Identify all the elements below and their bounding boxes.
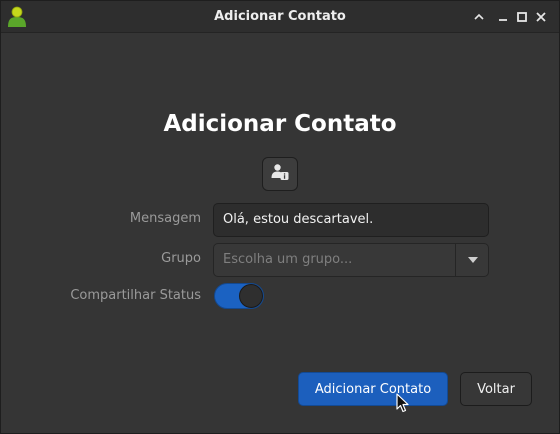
minimize-icon[interactable] [494,8,512,26]
page-title: Adicionar Contato [163,111,397,137]
group-combobox[interactable]: Escolha um grupo... [213,243,489,277]
back-button[interactable]: Voltar [460,372,532,406]
maximize-icon[interactable] [513,8,531,26]
mouse-pointer-icon [396,393,410,413]
dialog-window: Adicionar Contato Adicionar Contato Mens… [0,0,560,434]
close-icon[interactable] [532,8,550,26]
chevron-up-icon[interactable] [470,8,488,26]
share-status-label: Compartilhar Status [70,288,201,303]
group-label: Grupo [161,251,201,266]
share-status-switch[interactable] [214,283,264,309]
group-placeholder: Escolha um grupo... [223,252,353,267]
message-label: Mensagem [129,211,201,226]
contact-avatar-button[interactable] [262,157,298,191]
titlebar: Adicionar Contato [1,1,559,33]
message-input[interactable]: Olá, estou descartavel. [213,203,489,237]
chevron-down-icon[interactable] [456,244,489,276]
switch-knob [239,284,263,308]
add-contact-button[interactable]: Adicionar Contato [298,372,448,406]
user-info-icon [271,163,289,185]
